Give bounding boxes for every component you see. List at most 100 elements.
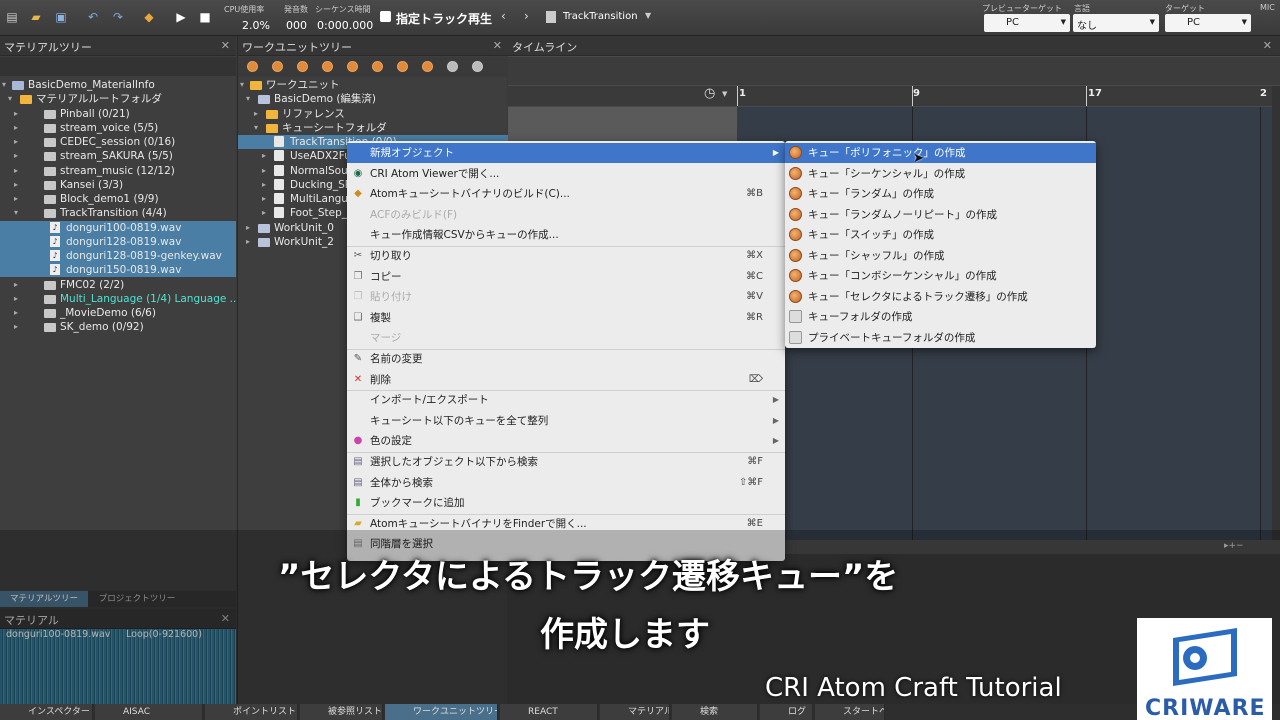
expand-arrow-icon[interactable]: ▾ <box>2 78 10 92</box>
cue-type-icon[interactable] <box>397 61 408 72</box>
create-polyphonic-cue-item[interactable]: キュー「ポリフォニック」の作成 <box>785 143 1096 163</box>
tab-search[interactable]: 検索 <box>672 704 758 720</box>
delete-item[interactable]: ✕ 削除 ⌦ <box>347 370 785 390</box>
close-icon[interactable]: ✕ <box>221 39 230 52</box>
collapse-arrow-icon[interactable]: ▸ <box>14 306 22 320</box>
open-folder-icon[interactable]: ▰ <box>27 8 45 26</box>
collapse-arrow-icon[interactable]: ▸ <box>254 107 262 121</box>
collapse-arrow-icon[interactable]: ▸ <box>14 164 22 178</box>
duplicate-item[interactable]: ❑ 複製 ⌘R <box>347 308 785 328</box>
close-icon[interactable]: ✕ <box>1263 39 1272 52</box>
material-tree-item[interactable]: ♪ donguri100-0819.wav <box>0 220 236 235</box>
material-tree-item[interactable]: ▾ BasicDemo_MaterialInfo <box>0 78 236 92</box>
material-tree-item[interactable]: ▸ Block_demo1 (9/9) <box>0 192 236 206</box>
open-viewer-item[interactable]: ◉ CRI Atom Viewerで開く... <box>347 164 785 184</box>
cue-dropdown-icon[interactable]: ▼ <box>645 11 651 20</box>
cue-type-icon[interactable] <box>347 61 358 72</box>
new-file-icon[interactable]: ▤ <box>3 8 21 26</box>
paste-item[interactable]: ❐ 貼り付け ⌘V <box>347 287 785 307</box>
material-tree-item[interactable]: ♪ donguri150-0819.wav <box>0 263 236 278</box>
expand-arrow-icon[interactable]: ▾ <box>246 92 254 106</box>
search-below-item[interactable]: ▤ 選択したオブジェクト以下から検索 ⌘F <box>347 452 785 472</box>
workunit-tree-item[interactable]: ▾ BasicDemo (編集済) <box>238 92 508 106</box>
build-binary-item[interactable]: ◆ Atomキューシートバイナリのビルド(C)... ⌘B <box>347 184 785 204</box>
collapse-arrow-icon[interactable]: ▸ <box>14 121 22 135</box>
track-play-checkbox[interactable] <box>380 11 391 22</box>
private-cue-folder-icon[interactable] <box>472 61 483 72</box>
material-tree-item[interactable]: ▸ stream_music (12/12) <box>0 164 236 178</box>
save-icon[interactable]: ▣ <box>52 8 70 26</box>
tab-material[interactable]: マテリアル <box>600 704 670 720</box>
material-tree-item[interactable]: ▸ _MovieDemo (6/6) <box>0 306 236 320</box>
cue-type-icon[interactable] <box>272 61 283 72</box>
collapse-arrow-icon[interactable]: ▸ <box>262 192 270 206</box>
expand-arrow-icon[interactable]: ▾ <box>254 121 262 135</box>
sort-cues-item[interactable]: キューシート以下のキューを全て整列 ▶ <box>347 411 785 431</box>
create-combo-sequential-cue-item[interactable]: キュー「コンボシーケンシャル」の作成 <box>785 266 1096 286</box>
language-select[interactable]: なし ▼ <box>1073 14 1159 32</box>
material-tree-item[interactable]: ▸ FMC02 (2/2) <box>0 278 236 292</box>
clock-icon[interactable]: ◷ <box>704 86 715 101</box>
cue-type-icon[interactable] <box>297 61 308 72</box>
material-tree-item[interactable]: ♪ donguri128-0819-genkey.wav <box>0 249 236 263</box>
material-tree-item[interactable]: ♪ donguri128-0819.wav <box>0 234 236 249</box>
vertical-scrollbar[interactable] <box>1272 86 1280 540</box>
create-random-no-repeat-cue-item[interactable]: キュー「ランダムノーリピート」の作成 <box>785 205 1096 225</box>
build-acf-item[interactable]: ACFのみビルド(F) <box>347 205 785 225</box>
stop-icon[interactable]: ■ <box>196 8 214 26</box>
collapse-arrow-icon[interactable]: ▸ <box>246 221 254 235</box>
create-cue-folder-item[interactable]: キューフォルダの作成 <box>785 307 1096 327</box>
material-tree-item[interactable]: ▸ SK_demo (0/92) <box>0 320 236 334</box>
close-icon[interactable]: ✕ <box>493 39 502 52</box>
workunit-tree-item[interactable]: ▾ ワークユニット <box>238 78 508 92</box>
collapse-arrow-icon[interactable]: ▸ <box>14 107 22 121</box>
collapse-arrow-icon[interactable]: ▸ <box>262 164 270 178</box>
cue-type-icon[interactable] <box>372 61 383 72</box>
expand-arrow-icon[interactable]: ▾ <box>240 78 248 92</box>
expand-arrow-icon[interactable]: ▾ <box>8 92 16 106</box>
collapse-arrow-icon[interactable]: ▸ <box>14 320 22 334</box>
search-all-item[interactable]: ▤ 全体から検索 ⇧⌘F <box>347 473 785 493</box>
collapse-arrow-icon[interactable]: ▸ <box>14 192 22 206</box>
create-private-cue-folder-item[interactable]: プライベートキューフォルダの作成 <box>785 328 1096 348</box>
tab-reference-list[interactable]: 被参照リスト <box>300 704 383 720</box>
create-random-cue-item[interactable]: キュー「ランダム」の作成 <box>785 184 1096 204</box>
workunit-tree-item[interactable]: ▸ リファレンス <box>238 107 508 121</box>
tab-react[interactable]: REACT <box>500 704 598 720</box>
material-tree-item[interactable]: ▸ Kansei (3/3) <box>0 178 236 192</box>
color-setting-item[interactable]: ● 色の設定 ▶ <box>347 431 785 451</box>
chevron-down-icon[interactable]: ▼ <box>722 90 727 98</box>
copy-item[interactable]: ❐ コピー ⌘C <box>347 267 785 287</box>
material-tree-item[interactable]: ▾ マテリアルルートフォルダ <box>0 92 236 106</box>
collapse-arrow-icon[interactable]: ▸ <box>14 135 22 149</box>
preview-target-select[interactable]: PC ▼ <box>984 14 1070 32</box>
material-tree-item[interactable]: ▸ Pinball (0/21) <box>0 107 236 121</box>
workunit-tree-item[interactable]: ▾ キューシートフォルダ <box>238 121 508 135</box>
material-tree-item[interactable]: ▸ stream_voice (5/5) <box>0 121 236 135</box>
next-arrow-icon[interactable]: › <box>524 9 529 23</box>
collapse-arrow-icon[interactable]: ▸ <box>14 149 22 163</box>
undo-icon[interactable]: ↶ <box>84 8 102 26</box>
tab-point-list[interactable]: ポイントリスト <box>205 704 298 720</box>
cut-item[interactable]: ✂ 切り取り ⌘X <box>347 246 785 266</box>
redo-icon[interactable]: ↷ <box>109 8 127 26</box>
cue-type-icon[interactable] <box>247 61 258 72</box>
target-select[interactable]: PC ▼ <box>1165 14 1251 32</box>
material-tree-item[interactable]: ▸ stream_SAKURA (5/5) <box>0 149 236 163</box>
create-sequential-cue-item[interactable]: キュー「シーケンシャル」の作成 <box>785 164 1096 184</box>
material-tree-item[interactable]: ▸ Multi_Language (1/4) Language ... <box>0 292 240 306</box>
cue-type-icon[interactable] <box>422 61 433 72</box>
prev-arrow-icon[interactable]: ‹ <box>501 9 506 23</box>
create-from-csv-item[interactable]: キュー作成情報CSVからキューの作成... <box>347 225 785 245</box>
create-switch-cue-item[interactable]: キュー「スイッチ」の作成 <box>785 225 1096 245</box>
collapse-arrow-icon[interactable]: ▸ <box>14 278 22 292</box>
cue-folder-icon[interactable] <box>447 61 458 72</box>
tab-aisac[interactable]: AISAC <box>95 704 203 720</box>
collapse-arrow-icon[interactable]: ▸ <box>246 235 254 249</box>
collapse-arrow-icon[interactable]: ▸ <box>262 178 270 192</box>
collapse-arrow-icon[interactable]: ▸ <box>14 178 22 192</box>
build-icon[interactable]: ◆ <box>140 8 158 26</box>
tab-start-page[interactable]: スタートページ <box>815 704 885 720</box>
material-tree-item[interactable]: ▸ CEDEC_session (0/16) <box>0 135 236 149</box>
material-tree-item[interactable]: ▾ TrackTransition (4/4) <box>0 206 236 220</box>
